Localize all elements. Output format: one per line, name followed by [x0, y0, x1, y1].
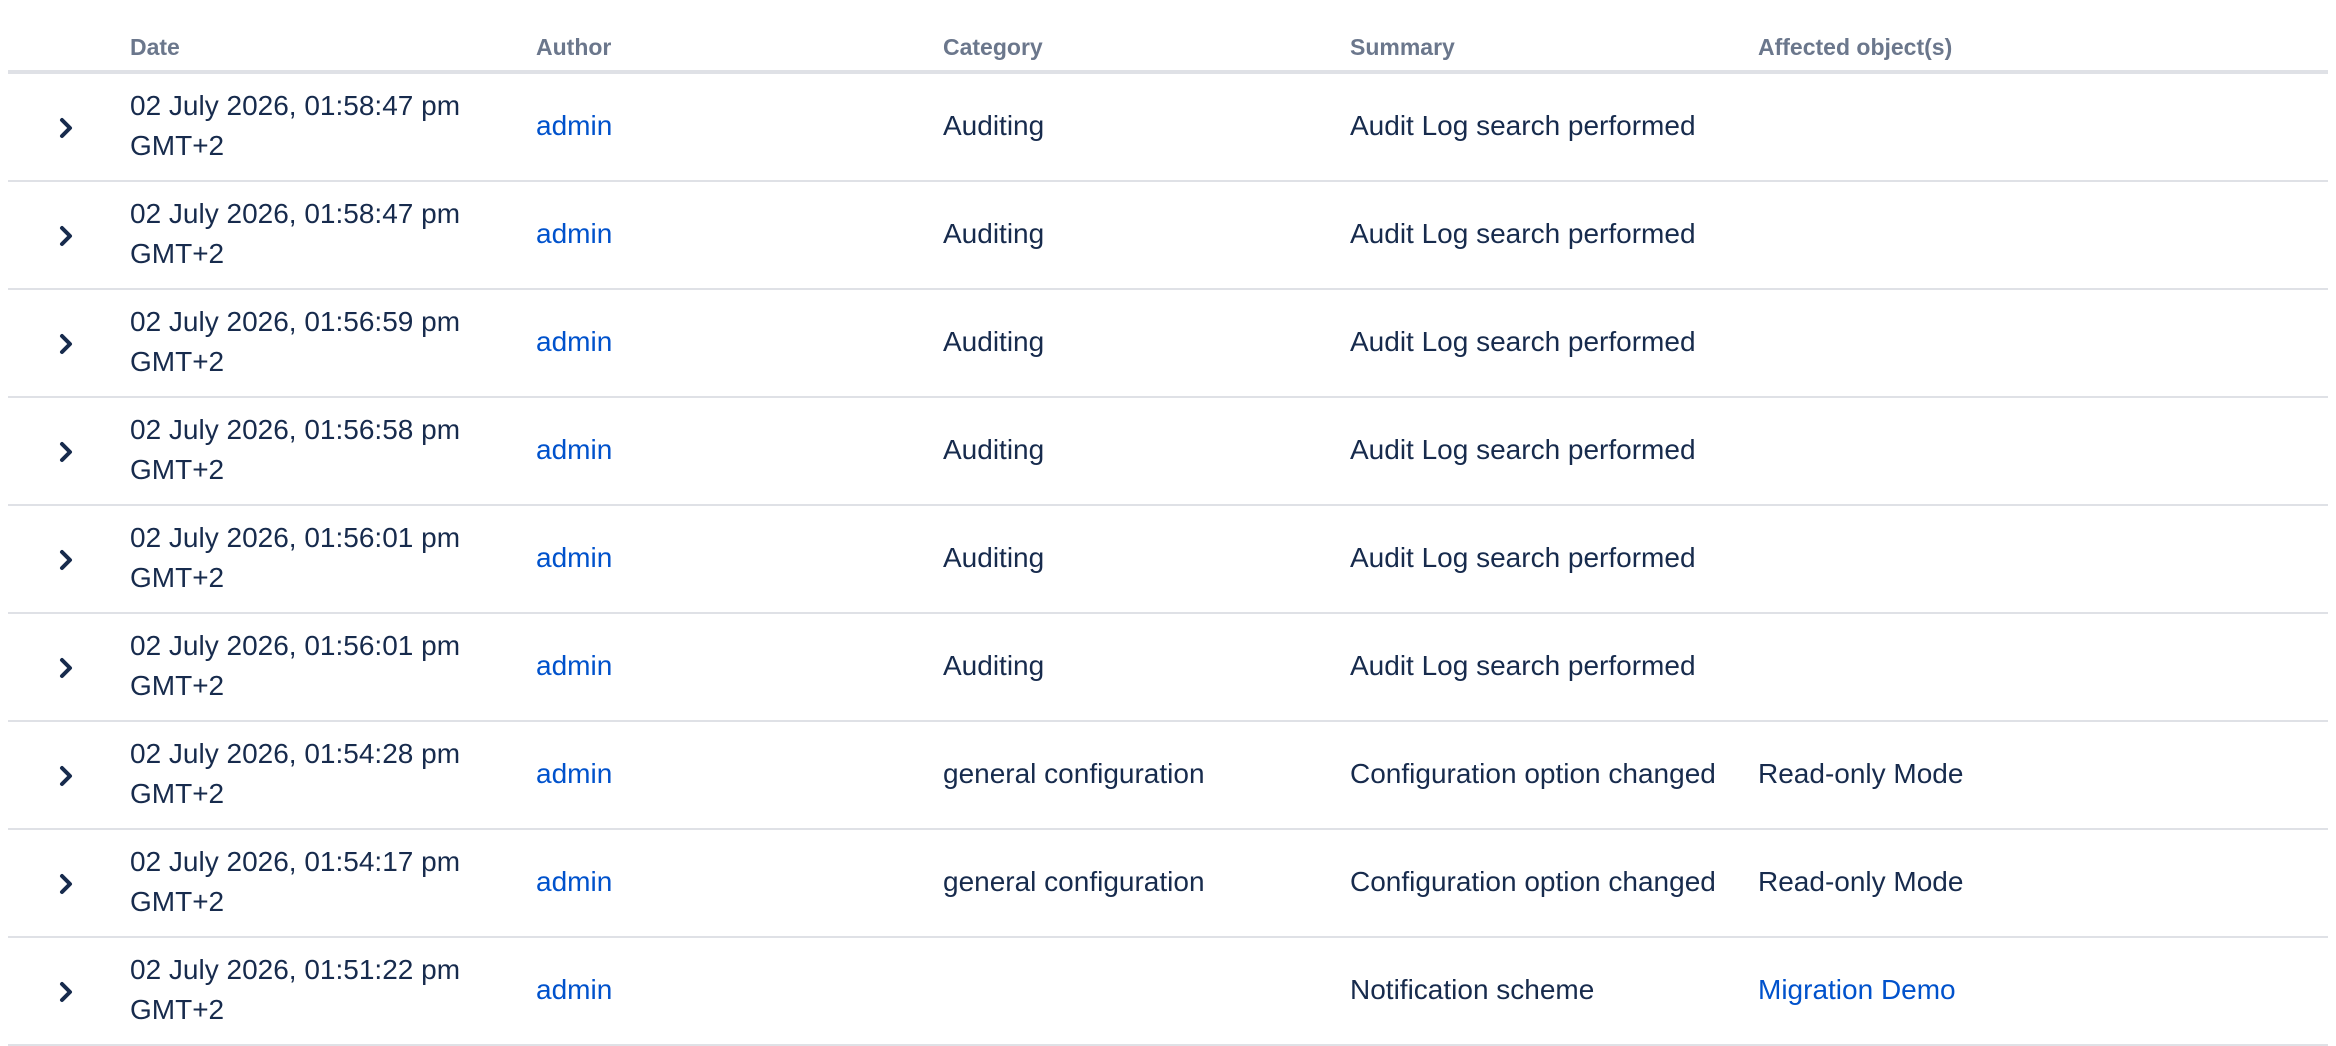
author-link[interactable]: admin — [536, 106, 612, 146]
author-link[interactable]: admin — [536, 646, 612, 686]
summary-cell: Audit Log search performed — [1350, 650, 1696, 681]
table-row[interactable]: 02 July 2026, 01:54:17 pm GMT+2 admin gene… — [8, 830, 2328, 938]
summary-cell: Audit Log search performed — [1350, 326, 1696, 357]
date-cell: 02 July 2026, 01:56:58 pm GMT+2 — [130, 414, 461, 485]
affected-object-cell: Read-only Mode — [1758, 758, 1964, 789]
table-row[interactable]: 02 July 2026, 01:56:59 pm GMT+2 admin Audi… — [8, 290, 2328, 398]
date-cell: 02 July 2026, 01:58:47 pm GMT+2 — [130, 90, 461, 161]
category-cell: Auditing — [943, 110, 1045, 141]
table-row[interactable]: 02 July 2026, 01:54:28 pm GMT+2 admin gene… — [8, 722, 2328, 830]
author-link[interactable]: admin — [536, 214, 612, 254]
summary-cell: Configuration option changed — [1350, 758, 1716, 789]
category-cell: Auditing — [943, 326, 1045, 357]
category-cell: Auditing — [943, 434, 1045, 465]
summary-cell: Audit Log search performed — [1350, 434, 1696, 465]
author-link[interactable]: admin — [536, 430, 612, 470]
author-link[interactable]: admin — [536, 754, 612, 794]
chevron-right-icon[interactable] — [52, 438, 80, 466]
table-row[interactable]: 02 July 2026, 01:56:58 pm GMT+2 admin Audi… — [8, 398, 2328, 506]
chevron-right-icon[interactable] — [52, 546, 80, 574]
affected-object-cell: Read-only Mode — [1758, 866, 1964, 897]
column-header-affected-objects[interactable]: Affected object(s) — [1758, 34, 1952, 61]
chevron-right-icon[interactable] — [52, 978, 80, 1006]
author-link[interactable]: admin — [536, 322, 612, 362]
summary-cell: Audit Log search performed — [1350, 542, 1696, 573]
date-cell: 02 July 2026, 01:58:47 pm GMT+2 — [130, 198, 461, 269]
table-row[interactable]: 02 July 2026, 01:56:01 pm GMT+2 admin Audi… — [8, 506, 2328, 614]
chevron-right-icon[interactable] — [52, 870, 80, 898]
chevron-right-icon[interactable] — [52, 114, 80, 142]
affected-object-cell[interactable]: Migration Demo — [1758, 970, 1956, 1010]
table-row[interactable]: 02 July 2026, 01:58:47 pm GMT+2 admin Audi… — [8, 182, 2328, 290]
category-cell: Auditing — [943, 218, 1045, 249]
author-link[interactable]: admin — [536, 862, 612, 902]
date-cell: 02 July 2026, 01:54:28 pm GMT+2 — [130, 738, 461, 809]
summary-cell: Audit Log search performed — [1350, 218, 1696, 249]
column-header-author[interactable]: Author — [536, 34, 611, 61]
author-link[interactable]: admin — [536, 970, 612, 1010]
chevron-right-icon[interactable] — [52, 222, 80, 250]
summary-cell: Notification scheme — [1350, 974, 1595, 1005]
column-header-date[interactable]: Date — [130, 34, 180, 61]
chevron-right-icon[interactable] — [52, 762, 80, 790]
author-link[interactable]: admin — [536, 538, 612, 578]
category-cell: Auditing — [943, 650, 1045, 681]
date-cell: 02 July 2026, 01:54:17 pm GMT+2 — [130, 846, 461, 917]
summary-cell: Audit Log search performed — [1350, 110, 1696, 141]
table-body: 02 July 2026, 01:58:47 pm GMT+2 admin Audi… — [8, 74, 2328, 1046]
column-header-summary[interactable]: Summary — [1350, 34, 1455, 61]
date-cell: 02 July 2026, 01:56:01 pm GMT+2 — [130, 630, 461, 701]
category-cell: general configuration — [943, 866, 1205, 897]
table-header: Date Author Category Summary Affected ob… — [8, 0, 2328, 74]
audit-log-table: Date Author Category Summary Affected ob… — [8, 0, 2328, 1046]
category-cell: Auditing — [943, 542, 1045, 573]
table-row[interactable]: 02 July 2026, 01:51:22 pm GMT+2 admin Noti… — [8, 938, 2328, 1046]
table-row[interactable]: 02 July 2026, 01:58:47 pm GMT+2 admin Audi… — [8, 74, 2328, 182]
column-header-category[interactable]: Category — [943, 34, 1043, 61]
date-cell: 02 July 2026, 01:51:22 pm GMT+2 — [130, 954, 461, 1025]
table-row[interactable]: 02 July 2026, 01:56:01 pm GMT+2 admin Audi… — [8, 614, 2328, 722]
summary-cell: Configuration option changed — [1350, 866, 1716, 897]
date-cell: 02 July 2026, 01:56:01 pm GMT+2 — [130, 522, 461, 593]
date-cell: 02 July 2026, 01:56:59 pm GMT+2 — [130, 306, 461, 377]
chevron-right-icon[interactable] — [52, 330, 80, 358]
category-cell: general configuration — [943, 758, 1205, 789]
chevron-right-icon[interactable] — [52, 654, 80, 682]
